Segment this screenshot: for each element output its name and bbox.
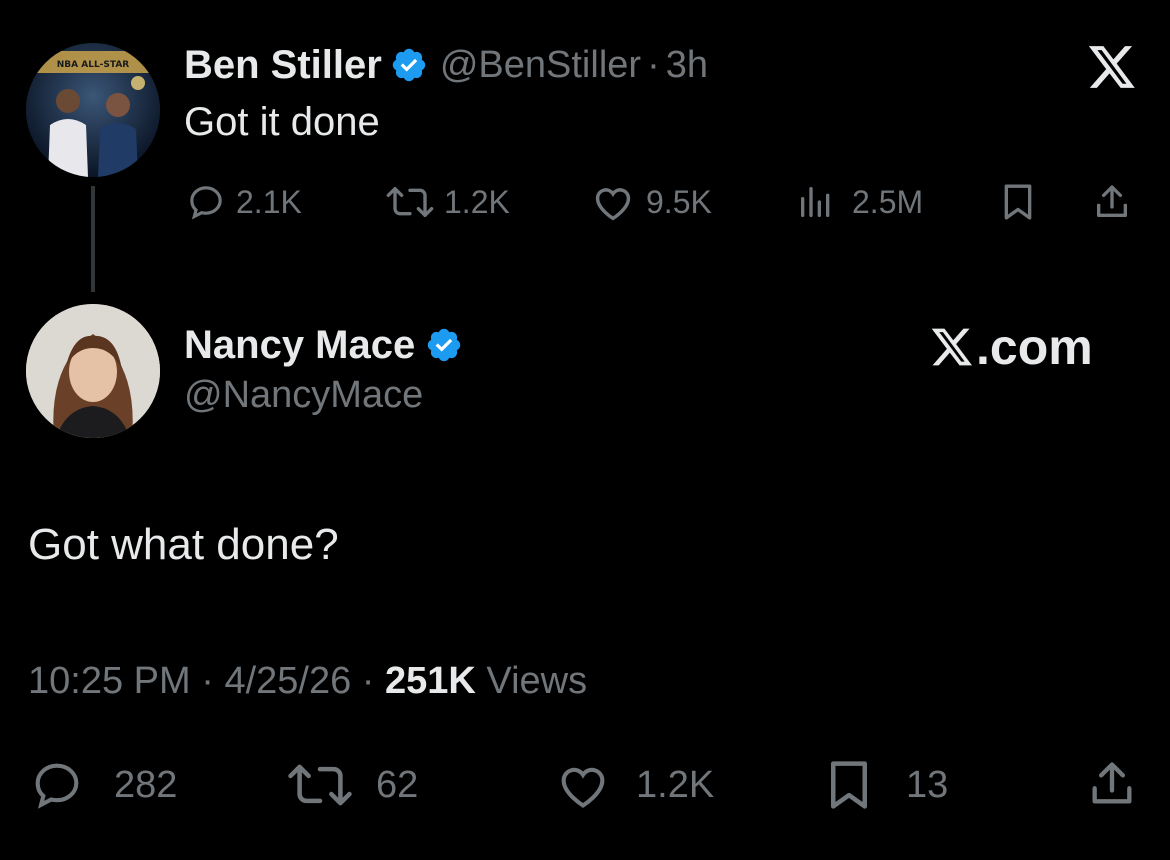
- like-count: 1.2K: [636, 763, 715, 806]
- timestamp-separator: ·: [361, 660, 375, 702]
- analytics-bars-icon: [801, 187, 830, 217]
- ben-stiller-handle[interactable]: @BenStiller: [440, 44, 641, 87]
- repost-arrows-icon: [386, 187, 434, 217]
- nancy-mace-avatar[interactable]: [26, 304, 160, 438]
- x-logo-icon[interactable]: [1086, 44, 1138, 90]
- views-label: Views: [486, 660, 588, 702]
- parent-views-button[interactable]: 2.5M: [796, 182, 923, 222]
- parent-reply-button[interactable]: 2.1K: [186, 182, 302, 222]
- x-logo-icon: [931, 328, 972, 366]
- verified-badge-icon: [428, 328, 461, 362]
- parent-views-count: 2.5M: [852, 183, 924, 220]
- heart-icon: [595, 188, 631, 221]
- svg-text:NBA ALL-STAR: NBA ALL-STAR: [57, 60, 130, 70]
- tweet-time[interactable]: 10:25 PM: [28, 660, 191, 702]
- views-count: 251K: [385, 660, 476, 702]
- reply-bubble-icon: [190, 186, 222, 220]
- allstar-photo-icon: NBA ALL-STAR: [26, 43, 160, 177]
- thread-connector-line: [91, 186, 95, 292]
- reply-bubble-icon: [35, 763, 79, 809]
- parent-bookmark-button[interactable]: [998, 182, 1038, 227]
- repost-arrows-icon: [288, 764, 352, 806]
- tweet-timestamp-row: 10:25 PM · 4/25/26 · 251K Views: [28, 660, 587, 703]
- repost-count: 62: [376, 763, 419, 806]
- like-button[interactable]: 1.2K: [552, 760, 714, 810]
- xcom-watermark: .com: [930, 318, 1093, 376]
- share-button[interactable]: [1084, 758, 1140, 815]
- reply-tweet-text: Got what done?: [28, 520, 339, 569]
- nancy-mace-display-name[interactable]: Nancy Mace: [184, 323, 415, 368]
- share-icon: [1097, 185, 1127, 217]
- bookmark-icon: [831, 761, 867, 809]
- parent-like-count: 9.5K: [646, 183, 712, 220]
- timestamp-separator: ·: [201, 660, 214, 702]
- parent-reply-count: 2.1K: [236, 183, 302, 220]
- parent-repost-button[interactable]: 1.2K: [384, 182, 510, 222]
- reply-button[interactable]: 282: [28, 760, 177, 810]
- bookmark-count: 13: [906, 763, 949, 806]
- parent-share-button[interactable]: [1092, 182, 1132, 227]
- ben-stiller-display-name[interactable]: Ben Stiller: [184, 43, 382, 88]
- header-separator: ·: [647, 43, 660, 86]
- watermark-text: .com: [976, 319, 1093, 375]
- repost-button[interactable]: 62: [286, 760, 418, 810]
- parent-tweet-header: Ben Stiller @BenStiller · 3h: [184, 40, 708, 90]
- verified-badge-icon: [392, 48, 426, 82]
- bookmark-button[interactable]: 13: [822, 760, 948, 810]
- ben-stiller-avatar[interactable]: NBA ALL-STAR: [26, 43, 160, 177]
- bookmark-icon: [1004, 184, 1032, 220]
- parent-like-button[interactable]: 9.5K: [590, 182, 712, 222]
- nancy-mace-handle[interactable]: @NancyMace: [184, 374, 423, 417]
- share-icon: [1092, 762, 1132, 804]
- tweet-date[interactable]: 4/25/26: [224, 660, 351, 702]
- reply-count: 282: [114, 763, 178, 806]
- heart-icon: [561, 767, 605, 808]
- reply-tweet-name-row: Nancy Mace: [184, 320, 463, 370]
- parent-repost-count: 1.2K: [444, 183, 510, 220]
- parent-tweet-text: Got it done: [184, 100, 380, 144]
- portrait-photo-icon: [26, 304, 160, 438]
- parent-tweet-time[interactable]: 3h: [666, 44, 708, 87]
